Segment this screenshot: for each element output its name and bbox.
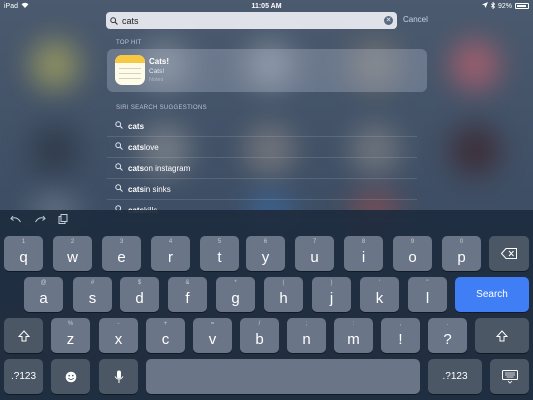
key-e[interactable]: 3e	[102, 236, 141, 271]
key-t[interactable]: 5t	[200, 236, 239, 271]
top-hit-section-label: TOP HIT	[116, 40, 142, 46]
key-i[interactable]: 8i	[344, 236, 383, 271]
top-hit-app: Notes	[149, 77, 164, 83]
key-k[interactable]: ' k	[360, 277, 399, 312]
key-w[interactable]: 2w	[53, 236, 92, 271]
top-hit-title: Cats!	[149, 57, 170, 66]
key-v[interactable]: = v	[193, 318, 232, 353]
key-l[interactable]: " l	[408, 277, 447, 312]
suggestion-item[interactable]: cats	[107, 116, 417, 137]
emoji-icon	[51, 359, 90, 394]
suggestion-match: cats	[128, 142, 145, 152]
status-time: 11:05 AM	[251, 2, 282, 10]
key-q[interactable]: 1q	[4, 236, 43, 271]
key-h[interactable]: (h	[264, 277, 303, 312]
numbers-key-right[interactable]: .?123	[428, 359, 482, 394]
numbers-key-label: .?123	[10, 371, 37, 382]
suggestion-item[interactable]: cats love	[107, 137, 417, 158]
search-icon	[115, 121, 125, 131]
key-r[interactable]: 4r	[151, 236, 190, 271]
notes-app-icon	[115, 55, 145, 85]
key-question[interactable]: .?	[428, 318, 467, 353]
clear-search-icon[interactable]: ✕	[384, 16, 393, 25]
key-c[interactable]: + c	[146, 318, 185, 353]
status-bar: iPad 11:05 AM 92%	[0, 0, 533, 12]
shift-icon	[475, 318, 529, 353]
search-key[interactable]: Search	[455, 277, 529, 312]
numbers-key-left[interactable]: .?123	[4, 359, 43, 394]
siri-suggestions-list: cats cats love cats on instagram cats in…	[107, 116, 417, 221]
numbers-key-label: .?123	[442, 371, 468, 382]
top-hit-result[interactable]: Cats! Cats! Notes	[107, 49, 427, 92]
key-m[interactable]: :m	[334, 318, 373, 353]
key-n[interactable]: ; n	[287, 318, 326, 353]
paste-icon[interactable]	[58, 214, 68, 227]
search-icon	[115, 163, 125, 173]
key-o[interactable]: 9o	[393, 236, 432, 271]
key-g[interactable]: * g	[216, 277, 255, 312]
emoji-key[interactable]	[51, 359, 90, 394]
shift-key-right[interactable]	[475, 318, 529, 353]
search-field[interactable]: cats ✕	[106, 12, 397, 29]
key-p[interactable]: 0p	[442, 236, 481, 271]
suggestion-rest: in sinks	[144, 184, 171, 194]
search-key-label: Search	[476, 289, 508, 300]
suggestion-rest: love	[144, 142, 159, 152]
shift-key-left[interactable]	[4, 318, 43, 353]
search-icon	[115, 142, 125, 152]
keyboard-icon	[490, 359, 529, 394]
microphone-icon	[99, 359, 138, 394]
key-x[interactable]: -x	[99, 318, 138, 353]
keyboard-toolbar	[10, 214, 68, 227]
key-f[interactable]: & f	[168, 277, 207, 312]
suggestion-item[interactable]: cats on instagram	[107, 158, 417, 179]
keyboard: 1q 2w 3e 4r 5t 6y 7u 8i 9o 0p @ a # s $ d &…	[0, 210, 533, 400]
suggestion-rest: on instagram	[144, 163, 191, 173]
redo-icon[interactable]	[34, 214, 46, 227]
dictation-key[interactable]	[99, 359, 138, 394]
key-j[interactable]: ) j	[312, 277, 351, 312]
delete-key[interactable]	[489, 236, 529, 271]
undo-icon[interactable]	[10, 214, 22, 227]
suggestion-item[interactable]: cats in sinks	[107, 179, 417, 200]
shift-icon	[4, 318, 43, 353]
space-bar[interactable]	[146, 359, 420, 394]
key-z[interactable]: % z	[51, 318, 90, 353]
key-a[interactable]: @ a	[24, 277, 63, 312]
search-icon	[115, 184, 125, 194]
search-icon	[110, 12, 118, 30]
suggestion-match: cats	[128, 184, 145, 194]
suggestion-match: cats	[128, 121, 145, 131]
search-input[interactable]: cats	[122, 16, 384, 26]
key-u[interactable]: 7u	[295, 236, 334, 271]
battery-icon	[515, 3, 529, 9]
hide-keyboard-key[interactable]	[490, 359, 529, 394]
key-d[interactable]: $ d	[120, 277, 159, 312]
key-exclamation[interactable]: ,!	[381, 318, 420, 353]
cancel-button[interactable]: Cancel	[403, 15, 428, 24]
key-y[interactable]: 6y	[246, 236, 285, 271]
suggestion-match: cats	[128, 163, 145, 173]
key-b[interactable]: / b	[240, 318, 279, 353]
siri-suggestions-label: SIRI SEARCH SUGGESTIONS	[116, 105, 207, 111]
backspace-icon	[489, 236, 529, 271]
top-hit-subtitle: Cats!	[149, 68, 165, 75]
key-s[interactable]: # s	[73, 277, 112, 312]
